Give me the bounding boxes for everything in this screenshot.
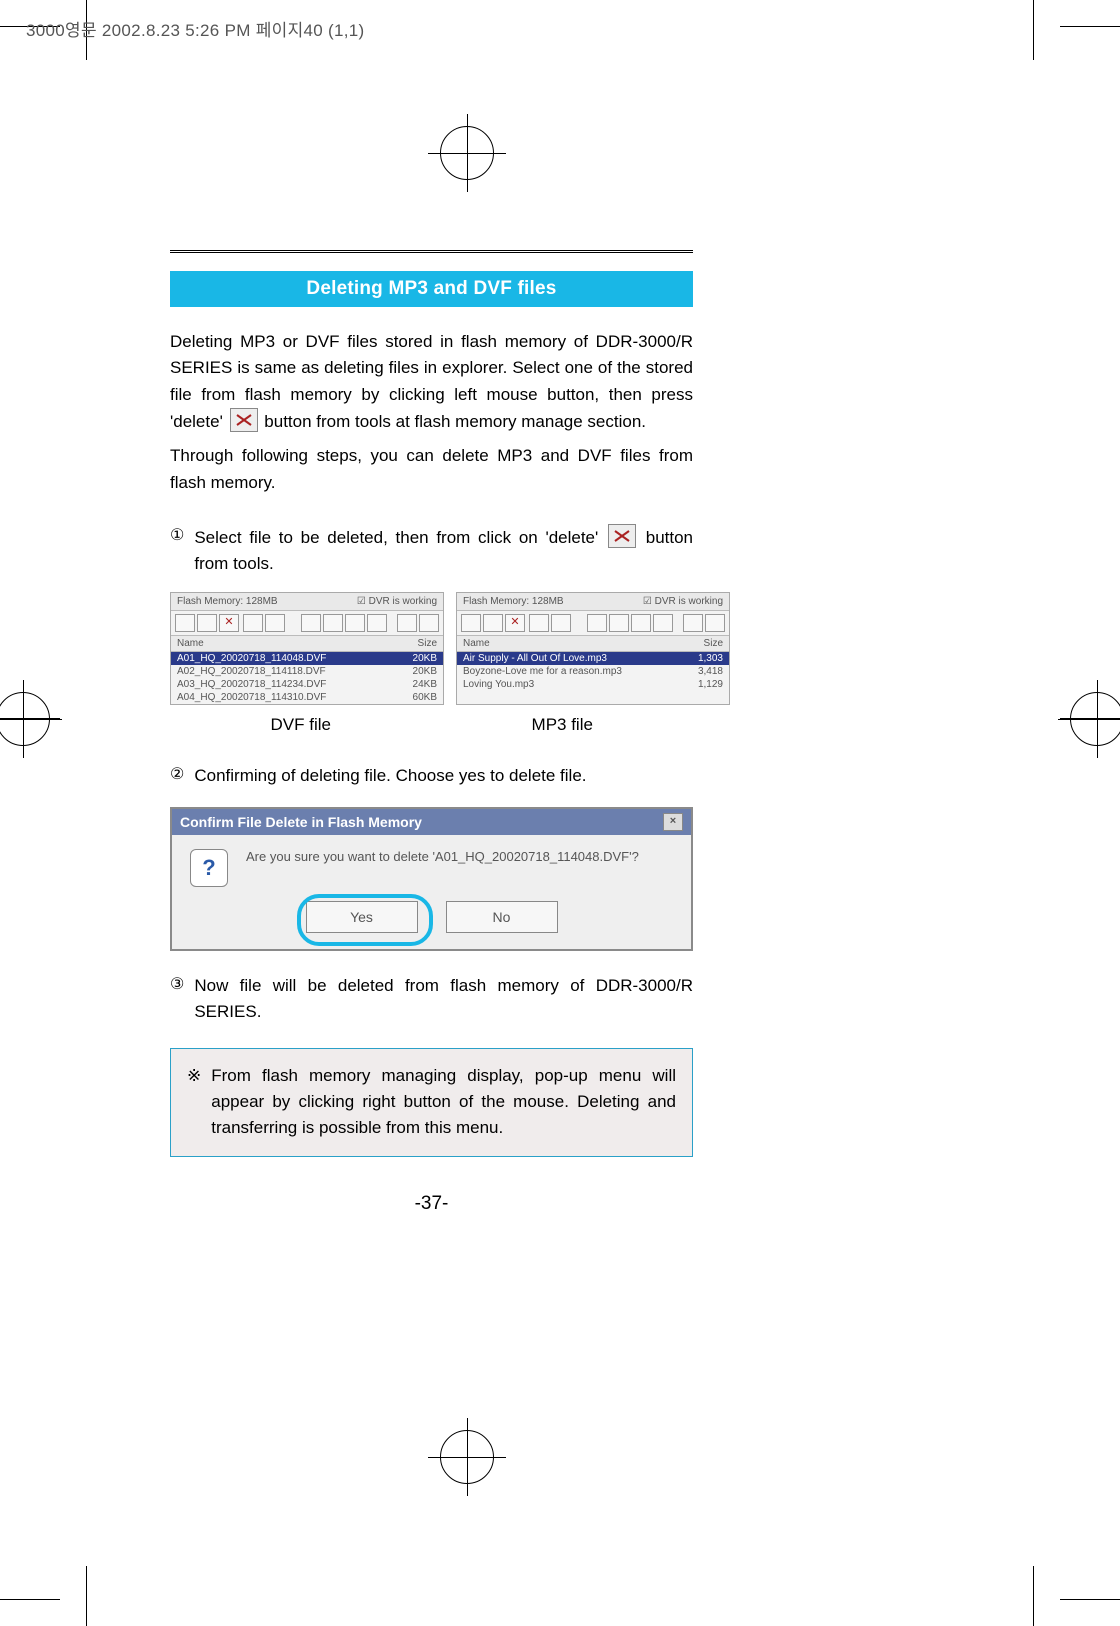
close-icon[interactable]: ×	[663, 813, 683, 831]
delete-icon	[230, 408, 258, 432]
file-size: 20KB	[413, 666, 437, 677]
yes-label: Yes	[350, 909, 373, 925]
register-mark-icon	[0, 692, 50, 746]
step-3-text: Now file will be deleted from flash memo…	[194, 973, 693, 1026]
list-item[interactable]: A02_HQ_20020718_114118.DVF 20KB	[171, 665, 443, 678]
col-name: Name	[177, 638, 204, 649]
col-name: Name	[463, 638, 490, 649]
toolbar-button[interactable]	[265, 614, 285, 632]
file-name: Air Supply - All Out Of Love.mp3	[463, 653, 607, 664]
crop-mark	[1033, 1566, 1034, 1626]
yes-button[interactable]: Yes	[306, 901, 418, 933]
list-item[interactable]: A01_HQ_20020718_114048.DVF 20KB	[171, 652, 443, 665]
mp3-panel-title: Flash Memory: 128MB	[463, 596, 564, 607]
crop-mark	[1033, 0, 1034, 60]
step-3-marker: ③	[170, 973, 184, 1026]
toolbar-button[interactable]	[323, 614, 343, 632]
toolbar-button[interactable]	[631, 614, 651, 632]
toolbar-button[interactable]	[301, 614, 321, 632]
intro-text-2: button from tools at flash memory manage…	[264, 412, 646, 431]
file-size: 1,129	[698, 679, 723, 690]
file-name: A03_HQ_20020718_114234.DVF	[177, 679, 326, 690]
dialog-title: Confirm File Delete in Flash Memory	[180, 814, 422, 830]
file-name: Boyzone-Love me for a reason.mp3	[463, 666, 622, 677]
caption-mp3: MP3 file	[432, 715, 694, 735]
crop-mark	[1060, 26, 1120, 27]
toolbar-button[interactable]	[529, 614, 549, 632]
screenshot-dvf-panel: Flash Memory: 128MB ☑ DVR is working ✕	[170, 592, 444, 705]
file-size: 3,418	[698, 666, 723, 677]
dvf-toolbar: ✕	[171, 611, 443, 636]
toolbar-delete-button[interactable]: ✕	[219, 614, 239, 632]
toolbar-button[interactable]	[587, 614, 607, 632]
list-item[interactable]: A04_HQ_20020718_114310.DVF 60KB	[171, 691, 443, 704]
no-label: No	[493, 909, 511, 925]
running-head: 3000영문 2002.8.23 5:26 PM 페이지40 (1,1)	[26, 16, 365, 41]
dvf-panel-title: Flash Memory: 128MB	[177, 596, 278, 607]
toolbar-button[interactable]	[419, 614, 439, 632]
register-mark-icon	[440, 1430, 494, 1484]
file-size: 24KB	[413, 679, 437, 690]
question-icon: ?	[190, 849, 228, 887]
toolbar-button[interactable]	[197, 614, 217, 632]
toolbar-button[interactable]	[653, 614, 673, 632]
no-button[interactable]: No	[446, 901, 558, 933]
step-2-text: Confirming of deleting file. Choose yes …	[194, 763, 586, 789]
step-2: ② Confirming of deleting file. Choose ye…	[170, 763, 693, 789]
file-size: 1,303	[698, 653, 723, 664]
list-item[interactable]: Loving You.mp3 1,129	[457, 678, 729, 691]
mp3-toolbar: ✕	[457, 611, 729, 636]
toolbar-button[interactable]	[397, 614, 417, 632]
crop-mark	[0, 1599, 60, 1600]
file-name: A02_HQ_20020718_114118.DVF	[177, 666, 326, 677]
file-name: Loving You.mp3	[463, 679, 534, 690]
toolbar-button[interactable]	[243, 614, 263, 632]
intro-paragraph: Deleting MP3 or DVF files stored in flas…	[170, 329, 693, 435]
toolbar-button[interactable]	[609, 614, 629, 632]
crop-mark	[1060, 1599, 1120, 1600]
toolbar-button[interactable]	[683, 614, 703, 632]
toolbar-delete-button[interactable]: ✕	[505, 614, 525, 632]
file-size: 60KB	[413, 692, 437, 703]
section-title: Deleting MP3 and DVF files	[170, 271, 693, 307]
confirm-delete-dialog: Confirm File Delete in Flash Memory × ? …	[170, 807, 693, 951]
intro-paragraph-2: Through following steps, you can delete …	[170, 443, 693, 496]
toolbar-button[interactable]	[367, 614, 387, 632]
list-item[interactable]: Air Supply - All Out Of Love.mp3 1,303	[457, 652, 729, 665]
register-mark-icon	[440, 126, 494, 180]
toolbar-button[interactable]	[705, 614, 725, 632]
note-text: From flash memory managing display, pop-…	[211, 1063, 676, 1142]
col-size: Size	[704, 638, 723, 649]
delete-icon	[608, 524, 636, 548]
dvf-panel-status: ☑ DVR is working	[357, 596, 437, 607]
file-name: A01_HQ_20020718_114048.DVF	[177, 653, 326, 664]
toolbar-button[interactable]	[483, 614, 503, 632]
step-1-text-a: Select file to be deleted, then from cli…	[194, 528, 598, 547]
note-box: ※ From flash memory managing display, po…	[170, 1048, 693, 1157]
register-mark-icon	[1070, 692, 1120, 746]
page-number: -37-	[170, 1193, 693, 1215]
screenshot-mp3-panel: Flash Memory: 128MB ☑ DVR is working ✕	[456, 592, 730, 705]
toolbar-button[interactable]	[461, 614, 481, 632]
toolbar-button[interactable]	[551, 614, 571, 632]
toolbar-button[interactable]	[175, 614, 195, 632]
col-size: Size	[418, 638, 437, 649]
dialog-message: Are you sure you want to delete 'A01_HQ_…	[246, 849, 639, 864]
caption-dvf: DVF file	[170, 715, 432, 735]
file-name: A04_HQ_20020718_114310.DVF	[177, 692, 326, 703]
mp3-panel-status: ☑ DVR is working	[643, 596, 723, 607]
step-2-marker: ②	[170, 763, 184, 789]
crop-mark	[86, 1566, 87, 1626]
file-size: 20KB	[413, 653, 437, 664]
top-rule	[170, 250, 693, 253]
step-1-marker: ①	[170, 524, 184, 578]
list-item[interactable]: Boyzone-Love me for a reason.mp3 3,418	[457, 665, 729, 678]
toolbar-button[interactable]	[345, 614, 365, 632]
list-item[interactable]: A03_HQ_20020718_114234.DVF 24KB	[171, 678, 443, 691]
step-1: ① Select file to be deleted, then from c…	[170, 524, 693, 578]
step-3: ③ Now file will be deleted from flash me…	[170, 973, 693, 1026]
note-marker: ※	[187, 1063, 201, 1142]
